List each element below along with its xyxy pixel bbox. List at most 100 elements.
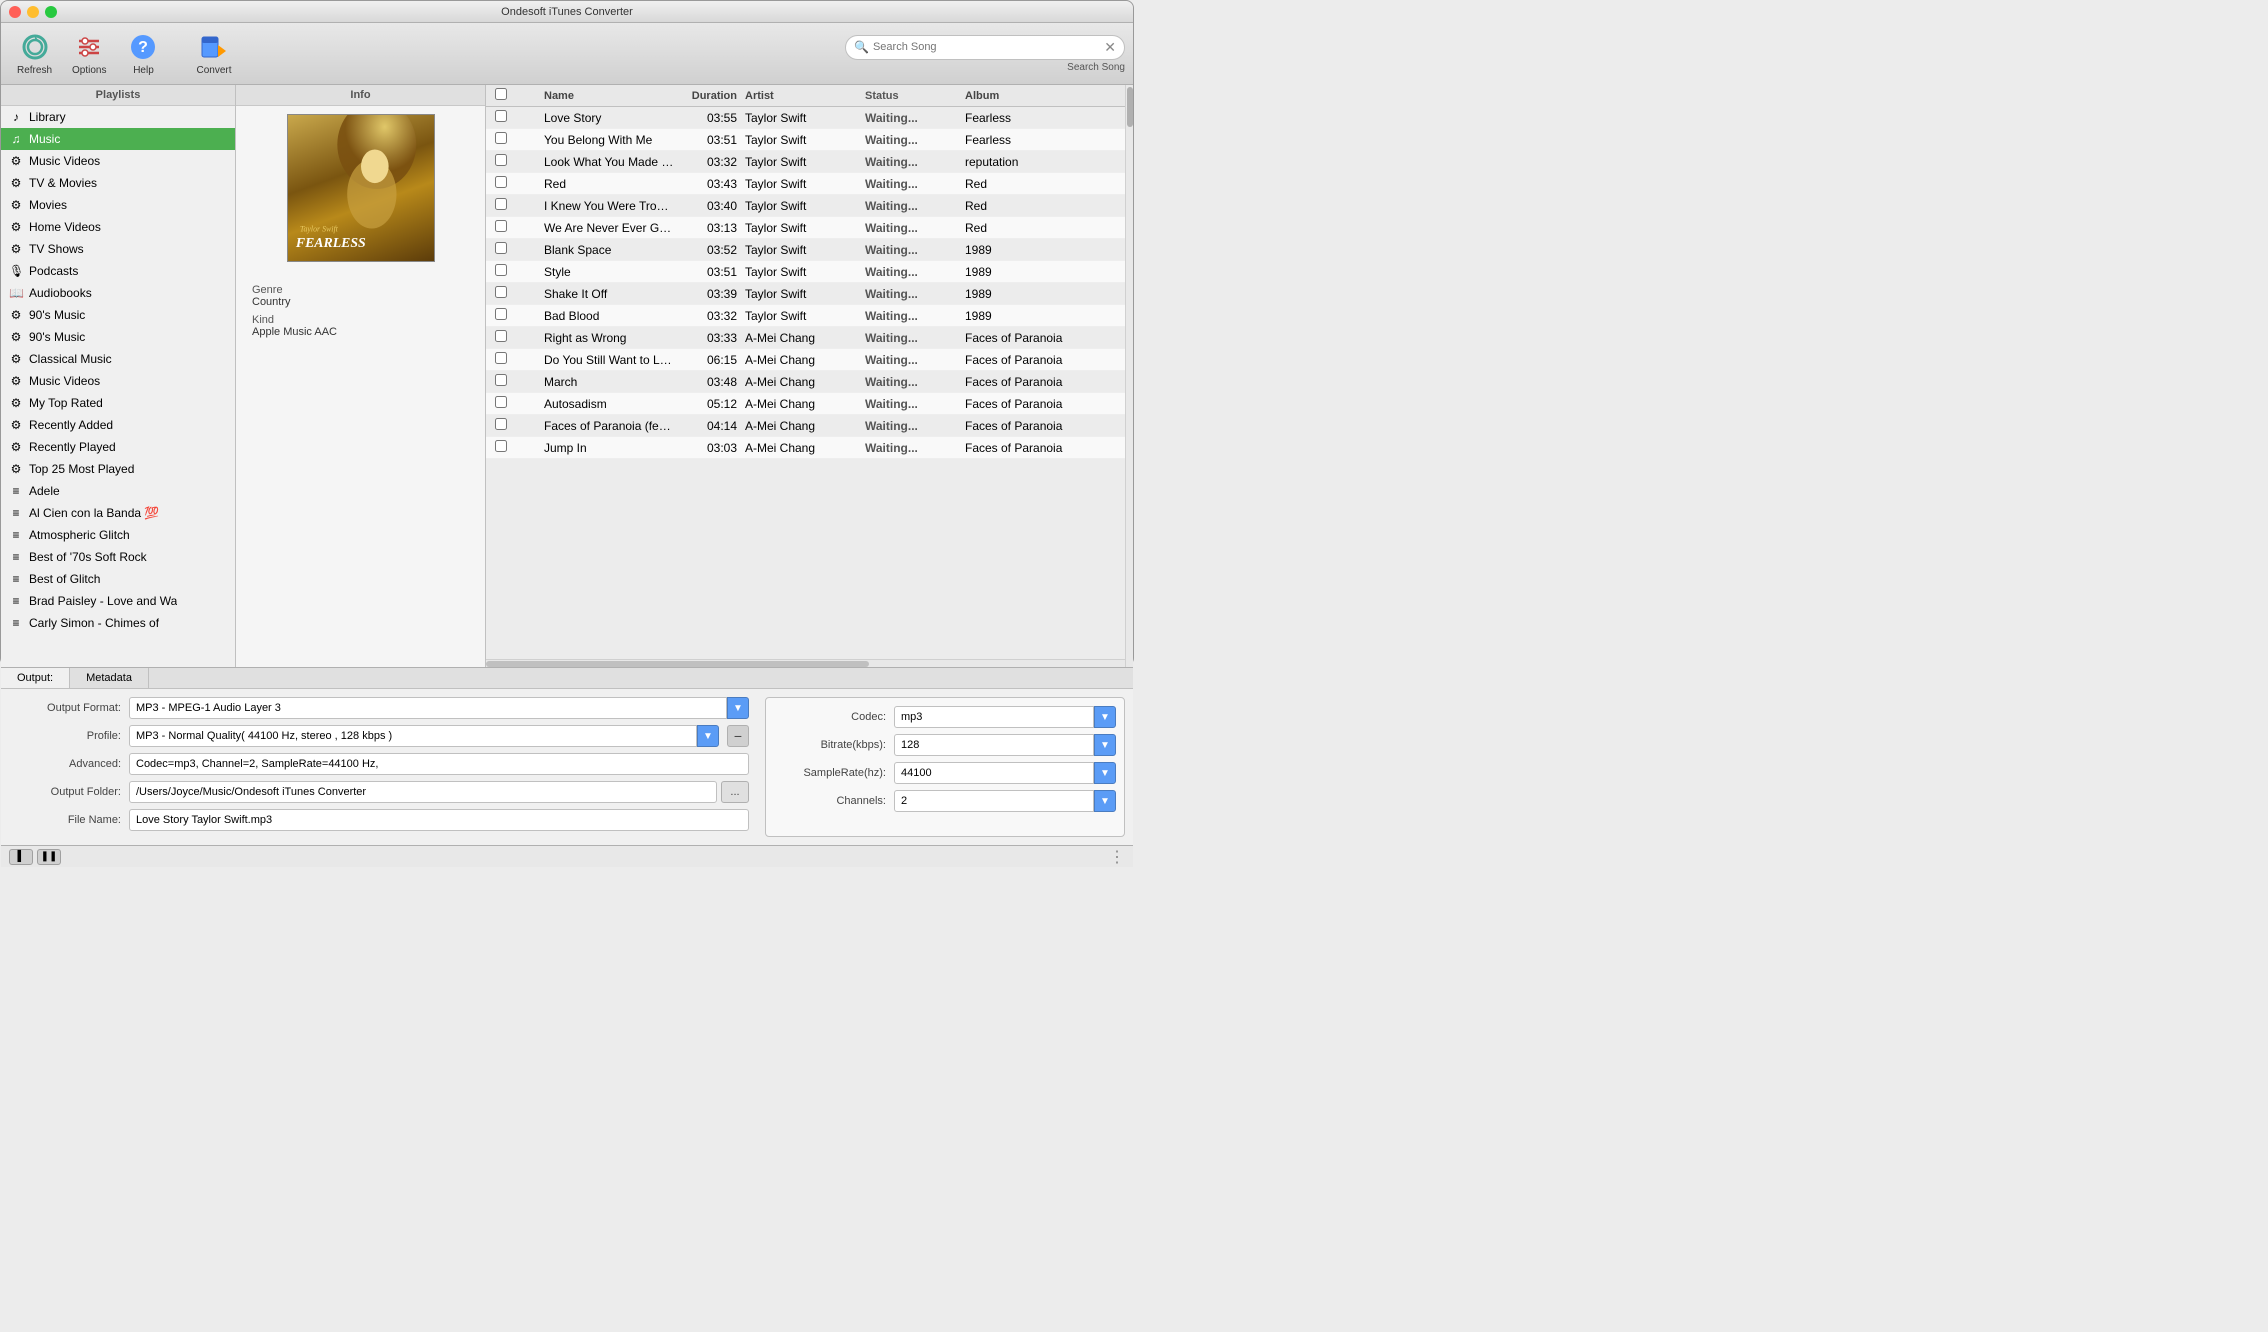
row-check-9[interactable] — [486, 308, 516, 323]
bitrate-dropdown-btn[interactable]: ▼ — [1094, 734, 1116, 756]
sidebar-item-18[interactable]: ≡Al Cien con la Banda 💯 — [1, 502, 235, 524]
refresh-button[interactable]: Refresh — [9, 27, 60, 80]
channels-dropdown-btn[interactable]: ▼ — [1094, 790, 1116, 812]
table-row[interactable]: Faces of Paranoia (feat. Soft Lipa) 04:1… — [486, 415, 1125, 437]
select-all-checkbox[interactable] — [495, 88, 507, 100]
output-format-input[interactable] — [129, 697, 727, 719]
row-check-0[interactable] — [486, 110, 516, 125]
row-check-1[interactable] — [486, 132, 516, 147]
sidebar-item-14[interactable]: ⚙Recently Added — [1, 414, 235, 436]
table-row[interactable]: Bad Blood 03:32 Taylor Swift Waiting... … — [486, 305, 1125, 327]
row-check-4[interactable] — [486, 198, 516, 213]
codec-dropdown-btn[interactable]: ▼ — [1094, 706, 1116, 728]
search-input[interactable] — [873, 41, 1104, 53]
codec-input[interactable] — [894, 706, 1094, 728]
table-row[interactable]: Right as Wrong 03:33 A-Mei Chang Waiting… — [486, 327, 1125, 349]
convert-button[interactable]: Convert — [188, 27, 239, 80]
sidebar-item-11[interactable]: ⚙Classical Music — [1, 348, 235, 370]
sidebar-item-5[interactable]: ⚙Home Videos — [1, 216, 235, 238]
row-check-11[interactable] — [486, 352, 516, 367]
row-checkbox-12[interactable] — [495, 374, 507, 386]
help-button[interactable]: ? Help — [118, 27, 168, 80]
row-checkbox-15[interactable] — [495, 440, 507, 452]
resize-handle[interactable]: ⋮ — [1109, 847, 1125, 867]
row-check-6[interactable] — [486, 242, 516, 257]
sidebar-item-0[interactable]: ♪Library — [1, 106, 235, 128]
table-row[interactable]: Style 03:51 Taylor Swift Waiting... 1989 — [486, 261, 1125, 283]
table-row[interactable]: You Belong With Me 03:51 Taylor Swift Wa… — [486, 129, 1125, 151]
table-row[interactable]: March 03:48 A-Mei Chang Waiting... Faces… — [486, 371, 1125, 393]
row-checkbox-7[interactable] — [495, 264, 507, 276]
table-row[interactable]: Red 03:43 Taylor Swift Waiting... Red — [486, 173, 1125, 195]
tab-metadata[interactable]: Metadata — [70, 668, 149, 688]
table-row[interactable]: Blank Space 03:52 Taylor Swift Waiting..… — [486, 239, 1125, 261]
row-checkbox-6[interactable] — [495, 242, 507, 254]
advanced-input[interactable] — [129, 753, 749, 775]
sidebar-item-12[interactable]: ⚙Music Videos — [1, 370, 235, 392]
row-check-14[interactable] — [486, 418, 516, 433]
row-checkbox-0[interactable] — [495, 110, 507, 122]
table-row[interactable]: Love Story 03:55 Taylor Swift Waiting...… — [486, 107, 1125, 129]
row-check-12[interactable] — [486, 374, 516, 389]
samplerate-input[interactable] — [894, 762, 1094, 784]
table-row[interactable]: I Knew You Were Trouble 03:40 Taylor Swi… — [486, 195, 1125, 217]
row-checkbox-9[interactable] — [495, 308, 507, 320]
row-checkbox-2[interactable] — [495, 154, 507, 166]
sidebar-item-8[interactable]: 📖Audiobooks — [1, 282, 235, 304]
vertical-scrollbar[interactable] — [1125, 85, 1133, 667]
options-button[interactable]: Options — [64, 27, 114, 80]
sidebar-item-13[interactable]: ⚙My Top Rated — [1, 392, 235, 414]
row-checkbox-4[interactable] — [495, 198, 507, 210]
row-check-8[interactable] — [486, 286, 516, 301]
row-checkbox-10[interactable] — [495, 330, 507, 342]
tab-output[interactable]: Output: — [1, 668, 70, 688]
sidebar-item-9[interactable]: ⚙90's Music — [1, 304, 235, 326]
sidebar-item-20[interactable]: ≡Best of '70s Soft Rock — [1, 546, 235, 568]
pause-button[interactable]: ❚❚ — [37, 849, 61, 865]
output-format-dropdown-btn[interactable]: ▼ — [727, 697, 749, 719]
row-checkbox-8[interactable] — [495, 286, 507, 298]
output-folder-input[interactable] — [129, 781, 717, 803]
table-row[interactable]: Look What You Made Me Do 03:32 Taylor Sw… — [486, 151, 1125, 173]
sidebar-item-10[interactable]: ⚙90's Music — [1, 326, 235, 348]
sidebar-item-6[interactable]: ⚙TV Shows — [1, 238, 235, 260]
sidebar-item-17[interactable]: ≡Adele — [1, 480, 235, 502]
minimize-button[interactable] — [27, 6, 39, 18]
profile-dropdown-btn[interactable]: ▼ — [697, 725, 719, 747]
sidebar-item-2[interactable]: ⚙Music Videos — [1, 150, 235, 172]
row-checkbox-1[interactable] — [495, 132, 507, 144]
file-name-input[interactable] — [129, 809, 749, 831]
bitrate-input[interactable] — [894, 734, 1094, 756]
channels-input[interactable] — [894, 790, 1094, 812]
sidebar-item-23[interactable]: ≡Carly Simon - Chimes of — [1, 612, 235, 634]
play-button[interactable]: ▌ — [9, 849, 33, 865]
horizontal-scrollbar[interactable] — [486, 659, 1125, 667]
row-checkbox-13[interactable] — [495, 396, 507, 408]
table-row[interactable]: Jump In 03:03 A-Mei Chang Waiting... Fac… — [486, 437, 1125, 459]
row-check-13[interactable] — [486, 396, 516, 411]
row-check-2[interactable] — [486, 154, 516, 169]
sidebar-item-1[interactable]: ♫Music — [1, 128, 235, 150]
row-check-3[interactable] — [486, 176, 516, 191]
sidebar-item-15[interactable]: ⚙Recently Played — [1, 436, 235, 458]
row-checkbox-11[interactable] — [495, 352, 507, 364]
row-check-7[interactable] — [486, 264, 516, 279]
close-button[interactable] — [9, 6, 21, 18]
search-clear-button[interactable]: ✕ — [1104, 39, 1116, 56]
row-check-15[interactable] — [486, 440, 516, 455]
sidebar-item-4[interactable]: ⚙Movies — [1, 194, 235, 216]
sidebar-item-3[interactable]: ⚙TV & Movies — [1, 172, 235, 194]
maximize-button[interactable] — [45, 6, 57, 18]
table-row[interactable]: Shake It Off 03:39 Taylor Swift Waiting.… — [486, 283, 1125, 305]
samplerate-dropdown-btn[interactable]: ▼ — [1094, 762, 1116, 784]
table-row[interactable]: We Are Never Ever Getting Back Tog... 03… — [486, 217, 1125, 239]
profile-minus-btn[interactable]: − — [727, 725, 749, 747]
sidebar-item-22[interactable]: ≡Brad Paisley - Love and Wa — [1, 590, 235, 612]
table-row[interactable]: Do You Still Want to Love Me 06:15 A-Mei… — [486, 349, 1125, 371]
sidebar-item-16[interactable]: ⚙Top 25 Most Played — [1, 458, 235, 480]
sidebar-item-19[interactable]: ≡Atmospheric Glitch — [1, 524, 235, 546]
sidebar-item-7[interactable]: 🎙Podcasts — [1, 260, 235, 282]
profile-input[interactable] — [129, 725, 697, 747]
browse-button[interactable]: ... — [721, 781, 749, 803]
row-checkbox-5[interactable] — [495, 220, 507, 232]
